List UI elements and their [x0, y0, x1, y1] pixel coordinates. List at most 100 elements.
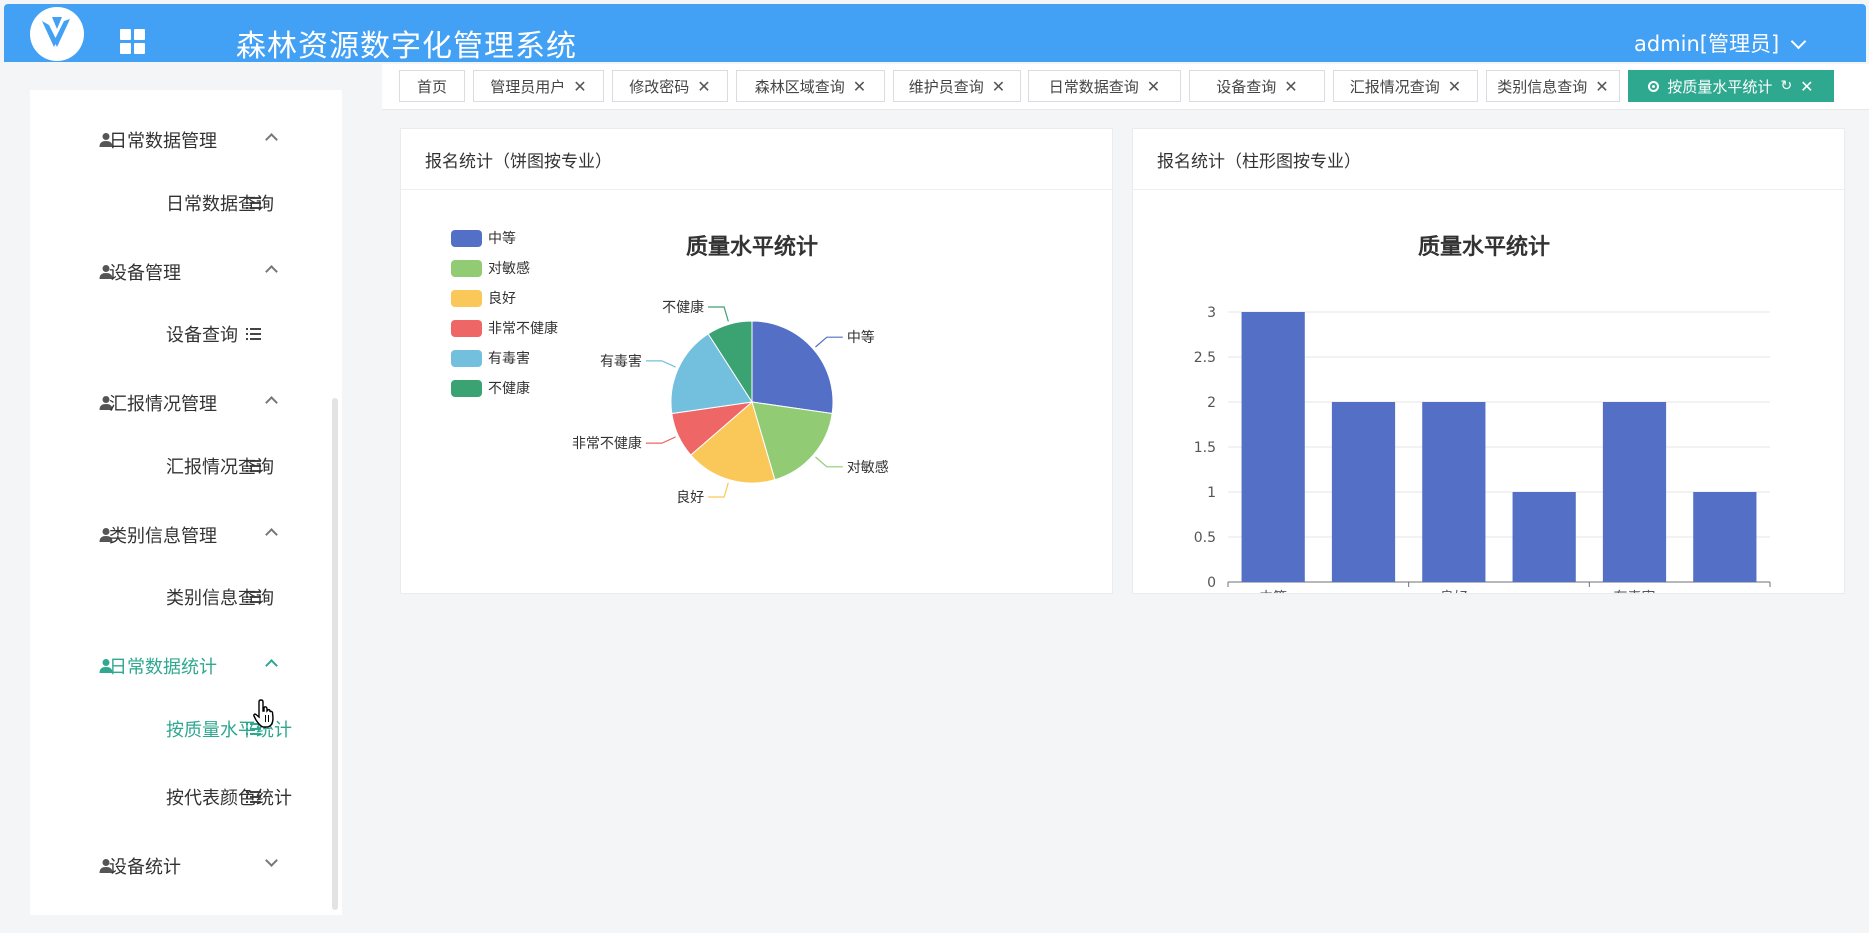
tab-7[interactable]: 汇报情况查询 ✕: [1333, 70, 1478, 102]
pie-label-line: [645, 360, 676, 368]
sidebar-group-7[interactable]: 类别信息管理: [30, 515, 342, 555]
x-tick-label: 良好: [1440, 590, 1468, 593]
sidebar-item-2[interactable]: 日常数据查询: [30, 183, 342, 223]
sidebar-group-label: 汇报情况管理: [109, 394, 217, 415]
sidebar-menu: 维护员查询日常数据管理日常数据查询设备管理设备查询汇报情况管理汇报情况查询类别信…: [30, 90, 342, 915]
bar-chart-title: 质量水平统计: [1418, 234, 1550, 260]
bar[interactable]: [1241, 312, 1305, 582]
sidebar-group-1[interactable]: 日常数据管理: [30, 120, 342, 160]
y-tick-label: 3: [1207, 305, 1216, 321]
chevron-up-icon: [265, 133, 278, 146]
pie-label: 良好: [676, 490, 704, 506]
tab-4[interactable]: 维护员查询 ✕: [893, 70, 1021, 102]
legend-swatch[interactable]: [451, 320, 482, 337]
sidebar-item-4[interactable]: 设备查询: [30, 314, 342, 354]
bar-panel-title: 报名统计（柱形图按专业）: [1133, 129, 1844, 190]
pie-chart-panel: 报名统计（饼图按专业） 质量水平统计 中等 对敏感 良好 非常不健康 有毒害 不健康 中等 对敏…: [400, 128, 1113, 594]
x-tick-label: 中等: [1259, 589, 1287, 593]
system-title: 森林资源数字化管理系统: [236, 29, 577, 64]
tabs-bar: 首页 管理员用户 ✕ 修改密码 ✕ 森林区域查询 ✕ 维护员查询 ✕ 日常数据查询 ✕ 设备查询 ✕ 汇报…: [382, 64, 1869, 110]
tab-label: 修改密码: [629, 77, 690, 96]
chevron-down-icon: [1790, 33, 1807, 50]
sidebar-item-11[interactable]: 按代表颜色统计: [30, 777, 342, 817]
close-icon[interactable]: ✕: [1284, 77, 1297, 96]
close-icon[interactable]: ✕: [992, 77, 1005, 96]
y-tick-label: 1: [1207, 485, 1216, 501]
sidebar-group-3[interactable]: 设备管理: [30, 252, 342, 292]
apps-grid-icon[interactable]: [120, 29, 146, 55]
active-dot-icon: [1648, 80, 1660, 92]
pie-label: 对敏感: [847, 459, 889, 476]
tab-2[interactable]: 修改密码 ✕: [612, 70, 728, 102]
sidebar-item-8[interactable]: 类别信息查询: [30, 577, 342, 617]
legend-label[interactable]: 对敏感: [488, 260, 530, 277]
sidebar-item-6[interactable]: 汇报情况查询: [30, 446, 342, 486]
app-header: 森林资源数字化管理系统 admin[管理员]: [4, 4, 1866, 64]
tab-label: 森林区域查询: [754, 77, 845, 96]
tab-label: 日常数据查询: [1048, 77, 1139, 96]
close-icon[interactable]: ✕: [697, 77, 710, 96]
pie-panel-title: 报名统计（饼图按专业）: [401, 129, 1112, 190]
user-menu[interactable]: admin[管理员]: [1634, 28, 1807, 58]
sidebar-group-5[interactable]: 汇报情况管理: [30, 383, 342, 423]
sidebar-group-label: 类别信息管理: [109, 526, 217, 547]
sidebar-item-0[interactable]: 维护员查询: [30, 90, 342, 92]
bar[interactable]: [1422, 402, 1486, 582]
sidebar-group-label: 日常数据管理: [109, 131, 217, 152]
bar[interactable]: [1693, 492, 1757, 582]
close-icon[interactable]: ✕: [853, 77, 866, 96]
tab-0[interactable]: 首页: [399, 70, 465, 102]
legend-swatch[interactable]: [451, 230, 482, 247]
sidebar-group-label: 设备统计: [109, 857, 181, 878]
bar-chart: 质量水平统计 0 0.5 1 1.5 2 2.5 3 中等 良好 有毒害: [1194, 234, 1771, 606]
chevron-down-icon: [265, 854, 278, 867]
sidebar-item-10[interactable]: 按质量水平统计: [30, 709, 342, 749]
sidebar-group-9[interactable]: 日常数据统计: [30, 646, 342, 686]
legend-swatch[interactable]: [451, 290, 482, 307]
refresh-icon[interactable]: ↻: [1780, 78, 1792, 94]
close-icon[interactable]: ✕: [1147, 77, 1160, 96]
legend-label[interactable]: 有毒害: [488, 351, 530, 367]
tab-6[interactable]: 设备查询 ✕: [1189, 70, 1325, 102]
legend-label[interactable]: 不健康: [488, 380, 530, 397]
close-icon[interactable]: ✕: [573, 77, 586, 96]
legend-label[interactable]: 中等: [488, 230, 516, 247]
pie-label-line: [815, 456, 843, 468]
sidebar-group-label: 设备管理: [109, 263, 181, 284]
sidebar-item-label: 日常数据查询: [166, 194, 274, 215]
y-tick-label: 2: [1207, 395, 1216, 411]
sidebar-item-label: 汇报情况查询: [166, 457, 274, 478]
tab-8[interactable]: 类别信息查询 ✕: [1486, 70, 1620, 102]
tab-1[interactable]: 管理员用户 ✕: [473, 70, 604, 102]
pie-label-line: [815, 336, 843, 348]
y-tick-label: 1.5: [1194, 440, 1216, 456]
tab-label: 按质量水平统计: [1667, 77, 1773, 96]
tab-label: 管理员用户: [490, 77, 566, 96]
tab-5[interactable]: 日常数据查询 ✕: [1028, 70, 1181, 102]
sidebar-scrollbar[interactable]: [332, 398, 338, 910]
pie-label-line: [708, 306, 729, 322]
pie-slice[interactable]: [751, 320, 834, 415]
pie-label: 非常不健康: [572, 435, 642, 452]
close-icon[interactable]: ✕: [1595, 77, 1608, 96]
legend-label[interactable]: 良好: [488, 291, 516, 307]
legend-swatch[interactable]: [451, 350, 482, 367]
tab-label: 首页: [416, 77, 447, 96]
close-icon[interactable]: ✕: [1800, 77, 1813, 96]
close-icon[interactable]: ✕: [1448, 77, 1461, 96]
tab-label: 类别信息查询: [1497, 77, 1588, 96]
bar[interactable]: [1331, 402, 1396, 582]
y-tick-label: 0: [1207, 575, 1216, 591]
legend-swatch[interactable]: [451, 380, 482, 397]
legend-label[interactable]: 非常不健康: [488, 320, 558, 337]
tab-label: 设备查询: [1216, 77, 1277, 96]
bar[interactable]: [1602, 402, 1667, 582]
tab-9[interactable]: 按质量水平统计 ↻ ✕: [1628, 70, 1834, 102]
legend-swatch[interactable]: [451, 260, 482, 277]
sidebar-item-label: 设备查询: [166, 325, 238, 346]
tab-label: 汇报情况查询: [1349, 77, 1440, 96]
tab-3[interactable]: 森林区域查询 ✕: [736, 70, 885, 102]
tab-label: 维护员查询: [908, 77, 984, 96]
bar[interactable]: [1512, 492, 1576, 582]
sidebar-group-12[interactable]: 设备统计: [30, 846, 342, 886]
